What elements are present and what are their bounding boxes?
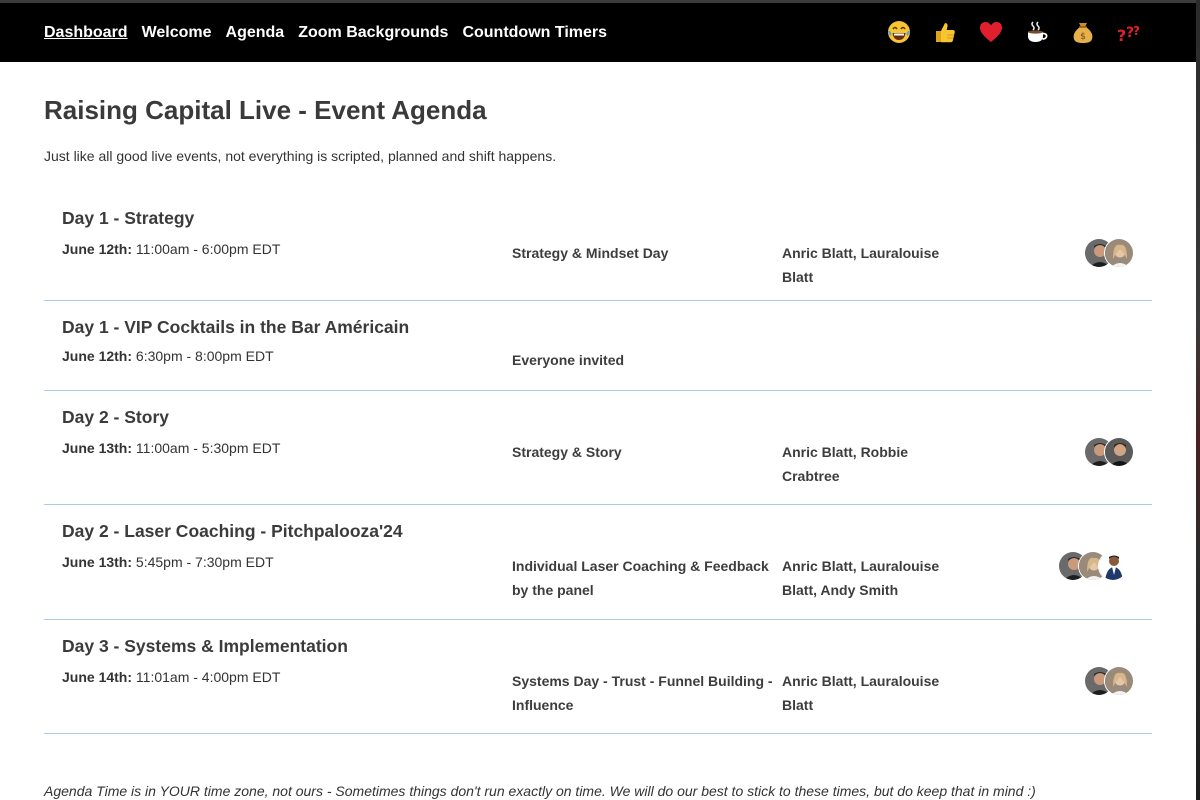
agenda-date: June 13th: bbox=[62, 440, 133, 456]
agenda-time-range: 5:45pm - 7:30pm EDT bbox=[135, 554, 274, 570]
agenda-date: June 12th: bbox=[62, 241, 133, 257]
svg-text:?: ? bbox=[1133, 24, 1140, 38]
agenda-time: June 13th: 5:45pm - 7:30pm EDT bbox=[62, 554, 274, 570]
agenda-row-day2-laser-coaching: Day 2 - Laser Coaching - Pitchpalooza'24… bbox=[44, 505, 1152, 620]
money-bag-icon[interactable]: $ bbox=[1069, 17, 1097, 47]
avatar[interactable] bbox=[1098, 551, 1128, 581]
agenda-title: Day 2 - Story bbox=[62, 407, 169, 427]
svg-text:$: $ bbox=[1080, 32, 1086, 42]
page-title: Raising Capital Live - Event Agenda bbox=[44, 95, 487, 125]
agenda-time: June 12th: 6:30pm - 8:00pm EDT bbox=[62, 348, 274, 364]
speaker-avatars bbox=[1084, 666, 1134, 696]
agenda-time: June 12th: 11:00am - 6:00pm EDT bbox=[62, 241, 280, 257]
main-content: Raising Capital Live - Event Agenda Just… bbox=[0, 62, 1196, 800]
agenda-time: June 13th: 11:00am - 5:30pm EDT bbox=[62, 440, 280, 456]
agenda-row-day1-vip-cocktails: Day 1 - VIP Cocktails in the Bar América… bbox=[44, 301, 1152, 391]
avatar[interactable] bbox=[1104, 666, 1134, 696]
question-marks-icon[interactable]: ? ? ? bbox=[1115, 17, 1143, 47]
main-nav: Dashboard Welcome Agenda Zoom Background… bbox=[44, 24, 621, 42]
laughing-face-icon[interactable] bbox=[885, 17, 913, 47]
agenda-date: June 13th: bbox=[62, 554, 133, 570]
agenda-description: Strategy & Mindset Day bbox=[512, 245, 669, 261]
red-heart-icon[interactable] bbox=[977, 17, 1005, 47]
agenda-time: June 14th: 11:01am - 4:00pm EDT bbox=[62, 669, 280, 685]
svg-text:?: ? bbox=[1117, 26, 1126, 45]
agenda-speakers: Anric Blatt, Lauralouise Blatt, Andy Smi… bbox=[782, 558, 940, 598]
nav-zoom-backgrounds[interactable]: Zoom Backgrounds bbox=[298, 24, 448, 42]
nav-countdown-timers[interactable]: Countdown Timers bbox=[462, 24, 607, 42]
agenda-time-range: 11:00am - 6:00pm EDT bbox=[135, 241, 281, 257]
thumbs-up-icon[interactable] bbox=[931, 17, 959, 47]
page-subtitle: Just like all good live events, not ever… bbox=[44, 148, 557, 164]
agenda-description: Everyone invited bbox=[512, 352, 625, 368]
agenda-time-range: 6:30pm - 8:00pm EDT bbox=[135, 348, 274, 364]
agenda-speakers: Anric Blatt, Robbie Crabtree bbox=[782, 444, 909, 484]
top-navigation-bar: Dashboard Welcome Agenda Zoom Background… bbox=[0, 0, 1196, 62]
nav-welcome[interactable]: Welcome bbox=[142, 24, 212, 42]
agenda-description: Individual Laser Coaching & Feedback by … bbox=[512, 558, 769, 598]
agenda-row-day1-strategy: Day 1 - Strategy June 12th: 11:00am - 6:… bbox=[44, 192, 1152, 301]
agenda-description: Systems Day - Trust - Funnel Building - … bbox=[512, 673, 773, 713]
speaker-avatars bbox=[1084, 437, 1134, 467]
agenda-speakers: Anric Blatt, Lauralouise Blatt bbox=[782, 245, 940, 285]
agenda-title: Day 2 - Laser Coaching - Pitchpalooza'24 bbox=[62, 521, 403, 541]
agenda-time-range: 11:01am - 4:00pm EDT bbox=[135, 669, 281, 685]
agenda-title: Day 1 - Strategy bbox=[62, 208, 195, 228]
agenda-description: Strategy & Story bbox=[512, 444, 622, 460]
agenda-title: Day 1 - VIP Cocktails in the Bar América… bbox=[62, 317, 410, 337]
avatar[interactable] bbox=[1104, 437, 1134, 467]
agenda-title: Day 3 - Systems & Implementation bbox=[62, 636, 348, 656]
speaker-avatars bbox=[1084, 238, 1134, 268]
nav-agenda[interactable]: Agenda bbox=[226, 24, 285, 42]
agenda-row-day3-systems: Day 3 - Systems & Implementation June 14… bbox=[44, 620, 1152, 734]
agenda-row-day2-story: Day 2 - Story June 13th: 11:00am - 5:30p… bbox=[44, 391, 1152, 505]
agenda-footnote: Agenda Time is in YOUR time zone, not ou… bbox=[44, 783, 1036, 799]
agenda-date: June 14th: bbox=[62, 669, 133, 685]
agenda-speakers: Anric Blatt, Lauralouise Blatt bbox=[782, 673, 940, 713]
nav-dashboard[interactable]: Dashboard bbox=[44, 24, 128, 42]
agenda-time-range: 11:00am - 5:30pm EDT bbox=[135, 440, 281, 456]
avatar[interactable] bbox=[1104, 238, 1134, 268]
speaker-avatars bbox=[1058, 551, 1128, 581]
hot-beverage-icon[interactable] bbox=[1023, 17, 1051, 47]
agenda-date: June 12th: bbox=[62, 348, 133, 364]
window-edge bbox=[1196, 0, 1200, 800]
agenda-list: Day 1 - Strategy June 12th: 11:00am - 6:… bbox=[44, 192, 1152, 734]
reaction-bar: $ ? ? ? bbox=[885, 17, 1161, 47]
